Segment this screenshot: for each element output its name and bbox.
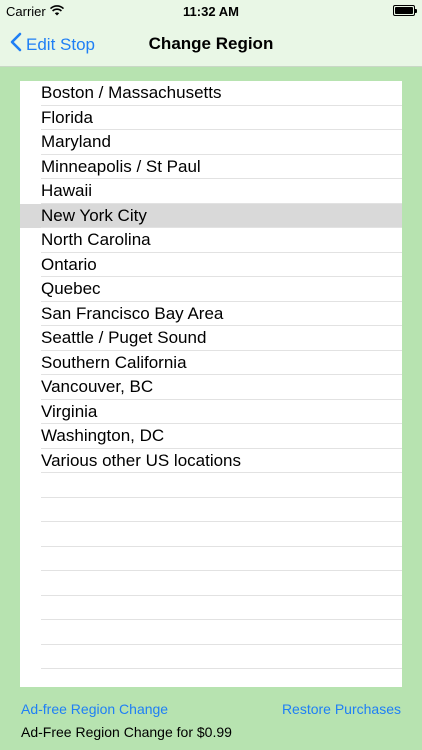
empty-row (20, 498, 402, 523)
region-row[interactable]: Various other US locations (20, 449, 402, 474)
region-row[interactable]: Boston / Massachusetts (20, 81, 402, 106)
status-bar: Carrier 11:32 AM (0, 0, 422, 22)
battery-icon (393, 5, 417, 16)
empty-row (20, 596, 402, 621)
region-row[interactable]: Vancouver, BC (20, 375, 402, 400)
region-row[interactable]: Hawaii (20, 179, 402, 204)
empty-row (20, 473, 402, 498)
region-list: Boston / Massachusetts Florida Maryland Min… (20, 81, 402, 687)
empty-row (20, 620, 402, 645)
region-row[interactable]: Southern California (20, 351, 402, 376)
page-title: Change Region (148, 34, 274, 53)
region-row[interactable]: Maryland (20, 130, 402, 155)
clock: 11:32 AM (183, 4, 239, 19)
ad-free-region-change-link[interactable]: Ad-free Region Change (21, 701, 168, 717)
region-row[interactable]: San Francisco Bay Area (20, 302, 402, 327)
region-row[interactable]: New York City (20, 203, 402, 228)
restore-purchases-link[interactable]: Restore Purchases (282, 701, 401, 717)
empty-row (20, 547, 402, 572)
region-row[interactable]: Quebec (20, 277, 402, 302)
region-row[interactable]: Virginia (20, 400, 402, 425)
region-row[interactable]: Washington, DC (20, 424, 402, 449)
region-row[interactable]: Ontario (20, 253, 402, 278)
region-row[interactable]: Minneapolis / St Paul (20, 155, 402, 180)
empty-row (20, 571, 402, 596)
region-row[interactable]: Florida (20, 106, 402, 131)
empty-row (20, 522, 402, 547)
navigation-bar: Edit Stop Change Region (0, 22, 422, 67)
region-row[interactable]: Seattle / Puget Sound (20, 326, 402, 351)
price-text: Ad-Free Region Change for $0.99 (21, 724, 232, 740)
empty-row (20, 645, 402, 670)
region-row[interactable]: North Carolina (20, 228, 402, 253)
empty-row (20, 669, 402, 687)
